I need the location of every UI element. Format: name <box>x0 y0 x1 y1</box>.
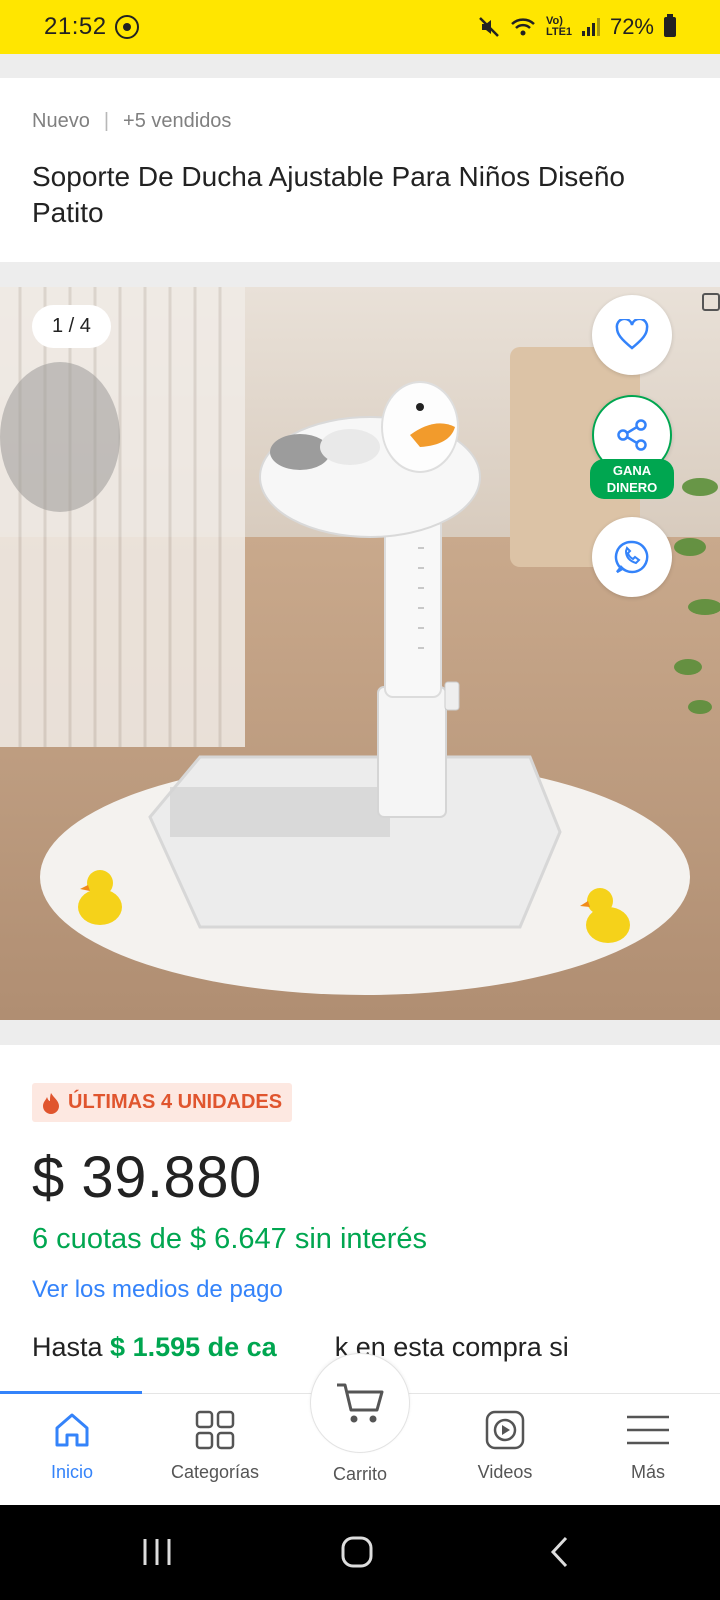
heart-icon <box>615 319 649 350</box>
network-label: Vo) LTE1 <box>545 15 573 38</box>
grid-icon <box>195 1410 235 1450</box>
video-play-icon <box>485 1410 525 1450</box>
status-time: 21:52 <box>44 13 107 40</box>
battery-icon <box>664 14 676 37</box>
tab-home[interactable]: Inicio <box>22 1394 122 1506</box>
back-button[interactable] <box>548 1535 572 1569</box>
meta-separator: | <box>103 110 110 132</box>
tab-categories-label: Categorías <box>170 1462 260 1482</box>
menu-icon <box>627 1415 669 1445</box>
listing-header: Nuevo | +5 vendidos Soporte De Ducha Aju… <box>0 78 720 262</box>
tab-videos[interactable]: Videos <box>455 1394 555 1506</box>
earn-label-line1: GANA <box>612 463 652 478</box>
signal-icon <box>581 18 600 36</box>
status-bar: 21:52 Vo) LTE1 72% <box>0 0 720 54</box>
cart-icon <box>337 1383 384 1423</box>
installments-text: 6 cuotas de $ 6.647 sin interés <box>32 1223 427 1255</box>
condition-label: Nuevo <box>32 110 90 132</box>
stock-badge-label: ÚLTIMAS 4 UNIDADES <box>68 1091 283 1113</box>
tab-more-label: Más <box>630 1462 665 1482</box>
flame-icon <box>43 1092 59 1114</box>
stock-badge: ÚLTIMAS 4 UNIDADES <box>32 1083 293 1122</box>
product-image[interactable] <box>0 287 720 1020</box>
tab-more[interactable]: Más <box>598 1394 698 1506</box>
system-navigation-bar <box>0 1505 720 1600</box>
earn-money-badge[interactable]: GANA DINERO <box>590 459 674 499</box>
whatsapp-icon <box>614 540 649 574</box>
cart-button[interactable] <box>310 1353 410 1453</box>
whatsapp-share-button[interactable] <box>592 517 672 597</box>
share-icon <box>617 419 647 451</box>
wifi-icon <box>511 18 535 36</box>
tab-videos-label: Videos <box>477 1462 533 1482</box>
earn-label-line2: DINERO <box>606 480 658 495</box>
whatsapp-notification-icon <box>114 15 139 39</box>
tab-categories[interactable]: Categorías <box>160 1394 270 1506</box>
recent-apps-button[interactable] <box>140 1535 174 1569</box>
favorite-button[interactable] <box>592 295 672 375</box>
price-section: ÚLTIMAS 4 UNIDADES $ 39.880 6 cuotas de … <box>0 1045 720 1395</box>
tab-home-label: Inicio <box>50 1462 94 1482</box>
cart-label: Carrito <box>332 1464 387 1484</box>
product-gallery[interactable]: 1 / 4 GANA DINERO <box>0 287 720 1020</box>
image-counter: 1 / 4 <box>32 305 111 348</box>
listing-meta: Nuevo | +5 vendidos <box>32 110 688 133</box>
battery-percent: 72% <box>609 14 654 39</box>
product-title: Soporte De Ducha Ajustable Para Niños Di… <box>32 161 626 228</box>
payment-methods-link[interactable]: Ver los medios de pago <box>32 1276 688 1304</box>
home-system-button[interactable] <box>340 1535 374 1569</box>
zoom-icon[interactable] <box>702 293 720 311</box>
mute-icon <box>479 17 499 37</box>
cashback-prefix: Hasta <box>32 1332 111 1362</box>
home-icon <box>55 1413 89 1447</box>
price: $ 39.880 <box>32 1145 262 1210</box>
cashback-amount: $ 1.595 de ca <box>110 1332 277 1362</box>
sold-count: +5 vendidos <box>123 110 232 132</box>
